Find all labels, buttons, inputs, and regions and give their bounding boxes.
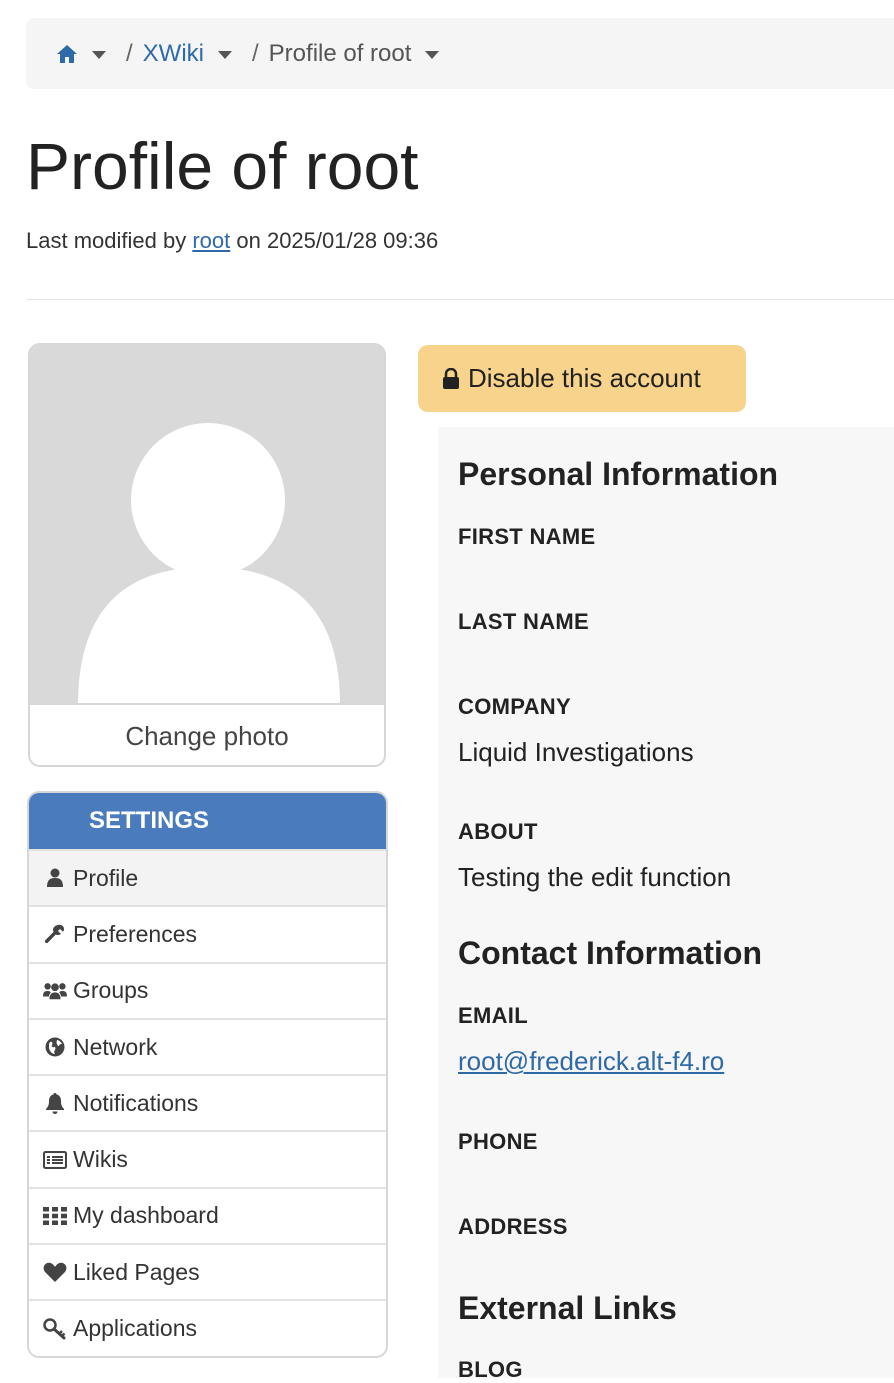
key-icon — [43, 1317, 67, 1340]
heart-icon — [43, 1261, 67, 1283]
settings-item-label: Profile — [73, 864, 139, 891]
author-link[interactable]: root — [192, 228, 230, 253]
globe-icon — [43, 1036, 67, 1058]
settings-item-label: Applications — [73, 1315, 198, 1342]
last-name-label: LAST NAME — [458, 609, 590, 634]
settings-item-label: Groups — [73, 977, 149, 1004]
settings-item-label: Liked Pages — [73, 1258, 200, 1285]
about-value: Testing the edit function — [458, 862, 732, 892]
settings-menu: SETTINGS Profile Preferences Groups Netw… — [27, 791, 388, 1358]
about-label: ABOUT — [458, 819, 538, 844]
settings-item-notifications[interactable]: Notifications — [29, 1074, 386, 1130]
chevron-down-icon[interactable] — [425, 50, 440, 59]
phone-label: PHONE — [458, 1129, 538, 1154]
breadcrumb-separator: / — [252, 39, 259, 67]
company-value: Liquid Investigations — [458, 737, 694, 767]
disable-account-label: Disable this account — [468, 363, 701, 393]
settings-item-label: Network — [73, 1033, 158, 1060]
settings-header: SETTINGS — [29, 793, 386, 849]
meta-suffix: on 2025/01/28 09:36 — [236, 228, 439, 253]
last-modified-info: Last modified by root on 2025/01/28 09:3… — [26, 228, 438, 254]
avatar-card: Change photo — [28, 343, 386, 767]
chevron-down-icon[interactable] — [92, 50, 106, 59]
section-title-contact: Contact Information — [458, 935, 762, 971]
breadcrumb-separator: / — [126, 39, 133, 67]
settings-item-wikis[interactable]: Wikis — [29, 1130, 386, 1186]
user-icon — [43, 867, 67, 889]
settings-item-groups[interactable]: Groups — [29, 961, 386, 1018]
settings-item-my-dashboard[interactable]: My dashboard — [29, 1186, 386, 1243]
avatar — [30, 345, 384, 703]
breadcrumb-current-page: Profile of root — [268, 39, 412, 67]
email-label: EMAIL — [458, 1003, 528, 1028]
settings-item-network[interactable]: Network — [29, 1017, 386, 1074]
settings-item-preferences[interactable]: Preferences — [29, 905, 386, 961]
company-label: COMPANY — [458, 694, 571, 719]
breadcrumb-home[interactable] — [56, 44, 106, 64]
breadcrumb-link-xwiki[interactable]: XWiki — [143, 40, 204, 68]
section-title-personal: Personal Information — [458, 456, 779, 492]
meta-prefix: Last modified by — [26, 228, 187, 253]
settings-item-label: Notifications — [73, 1089, 199, 1116]
bell-icon — [43, 1092, 67, 1115]
blog-label: BLOG — [458, 1357, 523, 1382]
breadcrumb: / XWiki / Profile of root — [26, 18, 894, 89]
email-value: root@frederick.alt-f4.ro — [458, 1046, 724, 1077]
disable-account-button[interactable]: Disable this account — [418, 345, 746, 412]
settings-item-liked-pages[interactable]: Liked Pages — [29, 1243, 386, 1299]
divider — [26, 299, 894, 300]
settings-item-label: Wikis — [73, 1146, 128, 1173]
settings-item-profile[interactable]: Profile — [29, 849, 386, 906]
lock-icon — [442, 367, 460, 390]
users-icon — [43, 980, 67, 1002]
change-photo-button[interactable]: Change photo — [30, 703, 384, 765]
breadcrumb-item-xwiki[interactable]: XWiki — [143, 40, 232, 68]
settings-item-label: My dashboard — [73, 1202, 219, 1229]
first-name-label: FIRST NAME — [458, 524, 596, 549]
list-icon — [43, 1149, 67, 1171]
home-icon[interactable] — [56, 44, 78, 64]
email-link[interactable]: root@frederick.alt-f4.ro — [458, 1046, 724, 1076]
page-title: Profile of root — [26, 129, 419, 203]
chevron-down-icon[interactable] — [218, 50, 232, 59]
settings-item-label: Preferences — [73, 920, 198, 947]
address-label: ADDRESS — [458, 1214, 568, 1239]
grid-icon — [43, 1205, 67, 1227]
wrench-icon — [43, 923, 67, 945]
settings-item-applications[interactable]: Applications — [29, 1299, 386, 1355]
section-title-external-links: External Links — [458, 1290, 677, 1326]
breadcrumb-item-current[interactable]: Profile of root — [269, 40, 440, 68]
